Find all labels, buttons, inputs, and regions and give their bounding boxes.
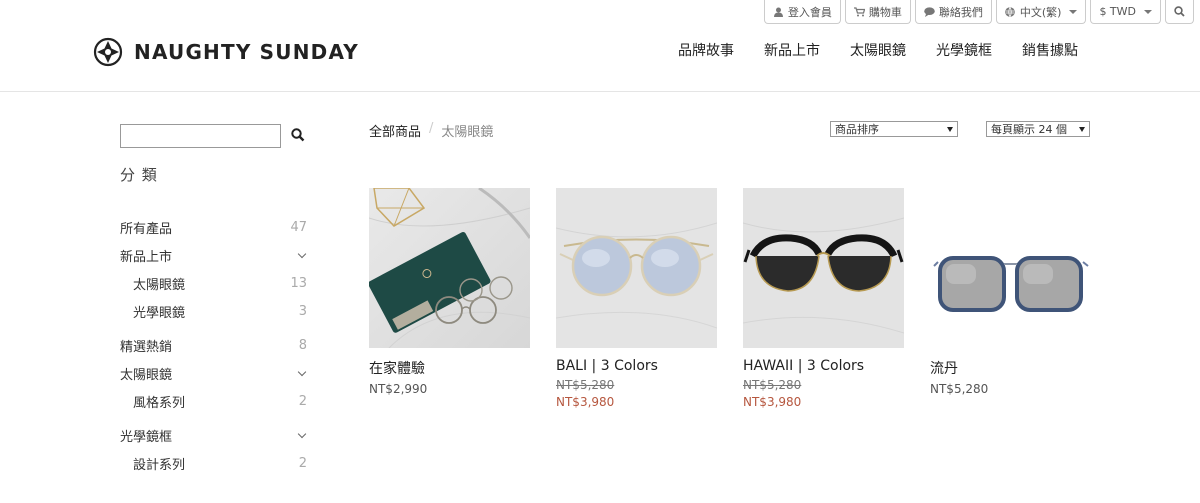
category-item-style-series[interactable]: 風格系列 2 [120, 387, 310, 415]
category-count: 8 [298, 337, 307, 353]
nav-item-sunglasses[interactable]: 太陽眼鏡 [850, 40, 906, 60]
utility-bar: 登入會員 購物車 聯絡我們 中文(繁) $ TWD [763, 0, 1194, 26]
contact-button[interactable]: 聯絡我們 [914, 0, 992, 24]
category-list: 所有產品 47 新品上市 太陽眼鏡 13 光學眼鏡 3 精選熱銷 8 太陽眼鏡 … [120, 213, 310, 477]
product-image[interactable] [369, 188, 530, 348]
currency-label: $ TWD [1099, 5, 1136, 18]
category-title: 分 類 [120, 166, 158, 184]
nav-item-stores[interactable]: 銷售據點 [1022, 40, 1078, 60]
cart-button[interactable]: 購物車 [844, 0, 911, 24]
product-name[interactable]: 流丹 [930, 358, 1091, 378]
category-label: 風格系列 [133, 395, 186, 411]
cart-label: 購物車 [868, 5, 902, 19]
main-nav: 品牌故事 新品上市 太陽眼鏡 光學鏡框 銷售據點 [678, 40, 1078, 60]
search-icon[interactable] [290, 127, 306, 143]
per-page-select[interactable]: 每頁顯示 24 個 [986, 121, 1090, 137]
product-card[interactable]: 流丹 NT$5,280 [930, 188, 1091, 396]
search-toggle-button[interactable] [1165, 0, 1194, 24]
search-icon [1174, 6, 1185, 17]
product-image[interactable] [930, 188, 1091, 348]
category-count: 47 [290, 219, 307, 235]
breadcrumb: 全部商品 / 太陽眼鏡 [369, 121, 493, 140]
category-item-new-sunglasses[interactable]: 太陽眼鏡 13 [120, 269, 310, 297]
category-item-all[interactable]: 所有產品 47 [120, 213, 310, 241]
category-label: 光學鏡框 [120, 429, 173, 445]
nav-item-brand-story[interactable]: 品牌故事 [678, 40, 734, 60]
product-name[interactable]: BALI | 3 Colors [556, 358, 717, 374]
brand-logo[interactable]: NAUGHTY SUNDAY [93, 37, 359, 67]
language-label: 中文(繁) [1019, 5, 1062, 19]
login-label: 登入會員 [787, 5, 832, 19]
category-label: 太陽眼鏡 [120, 367, 173, 383]
chevron-down-icon [1144, 9, 1152, 14]
product-original-price: NT$5,280 [556, 378, 615, 392]
chat-icon [924, 6, 935, 17]
category-label: 精選熱銷 [120, 339, 173, 355]
globe-icon [1005, 6, 1016, 17]
product-image[interactable] [743, 188, 904, 348]
user-icon [773, 6, 784, 17]
category-item-sunglasses[interactable]: 太陽眼鏡 [120, 359, 310, 387]
sort-select-label: 商品排序 [835, 123, 879, 136]
category-item-new-optical[interactable]: 光學眼鏡 3 [120, 297, 310, 325]
product-price: NT$5,280 [930, 382, 989, 396]
category-count: 2 [298, 393, 307, 409]
chevron-down-icon[interactable] [297, 249, 307, 258]
breadcrumb-separator: / [429, 121, 434, 136]
product-original-price: NT$5,280 [743, 378, 802, 392]
product-name[interactable]: HAWAII | 3 Colors [743, 358, 904, 374]
chevron-down-icon [1069, 9, 1078, 14]
product-card[interactable]: HAWAII | 3 Colors NT$5,280 NT$3,980 [743, 188, 904, 409]
language-dropdown[interactable]: 中文(繁) [995, 0, 1087, 24]
login-button[interactable]: 登入會員 [763, 0, 841, 24]
category-count: 3 [298, 303, 307, 319]
breadcrumb-root[interactable]: 全部商品 [369, 121, 421, 140]
dropdown-arrow-icon [1079, 126, 1085, 132]
brand-name: NAUGHTY SUNDAY [134, 40, 359, 64]
category-count: 13 [290, 275, 307, 291]
product-image[interactable] [556, 188, 717, 348]
category-label: 所有產品 [120, 221, 173, 237]
product-sale-price: NT$3,980 [556, 395, 615, 409]
dropdown-arrow-icon [947, 126, 953, 132]
nav-item-optical-frames[interactable]: 光學鏡框 [936, 40, 992, 60]
chevron-down-icon[interactable] [297, 367, 307, 376]
category-label: 設計系列 [133, 457, 186, 473]
logo-mark-icon [93, 37, 123, 67]
per-page-label: 每頁顯示 24 個 [991, 123, 1067, 136]
sort-select[interactable]: 商品排序 [830, 121, 958, 137]
nav-item-new-arrivals[interactable]: 新品上市 [764, 40, 820, 60]
cart-icon [853, 6, 865, 17]
breadcrumb-current: 太陽眼鏡 [441, 125, 494, 140]
category-label: 太陽眼鏡 [133, 277, 186, 293]
chevron-down-icon[interactable] [297, 429, 307, 438]
currency-dropdown[interactable]: $ TWD [1090, 0, 1161, 24]
sidebar-search-input[interactable] [120, 124, 281, 148]
category-item-optical-frames[interactable]: 光學鏡框 [120, 421, 310, 449]
category-label: 光學眼鏡 [133, 305, 186, 321]
product-card[interactable]: 在家體驗 NT$2,990 [369, 188, 530, 396]
category-label: 新品上市 [120, 249, 173, 265]
category-item-new[interactable]: 新品上市 [120, 241, 310, 269]
site-header: NAUGHTY SUNDAY 品牌故事 新品上市 太陽眼鏡 光學鏡框 銷售據點 [0, 26, 1200, 92]
product-card[interactable]: BALI | 3 Colors NT$5,280 NT$3,980 [556, 188, 717, 409]
category-count: 2 [298, 455, 307, 471]
product-price: NT$2,990 [369, 382, 428, 396]
category-item-design-series[interactable]: 設計系列 2 [120, 449, 310, 477]
category-item-bestsellers[interactable]: 精選熱銷 8 [120, 331, 310, 359]
product-name[interactable]: 在家體驗 [369, 358, 530, 378]
contact-label: 聯絡我們 [938, 5, 983, 19]
product-sale-price: NT$3,980 [743, 395, 802, 409]
